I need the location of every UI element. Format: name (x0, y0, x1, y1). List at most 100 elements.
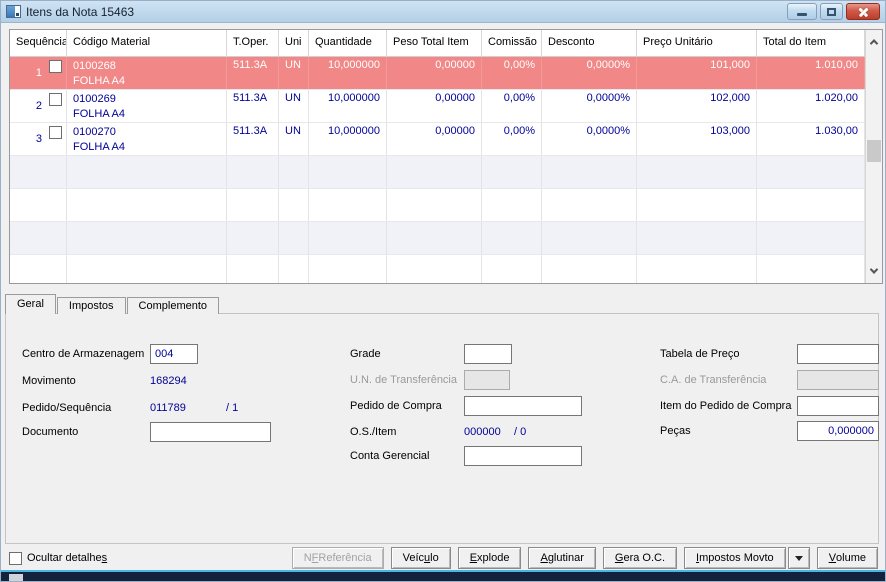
centro-armazenagem-input[interactable] (150, 344, 198, 364)
empty-row (10, 156, 865, 189)
impostos-movto-dropdown-button[interactable] (787, 547, 810, 569)
scroll-up-icon (869, 39, 879, 48)
aglutinar-button[interactable]: Aglutinar (528, 547, 596, 569)
cell-preco-unitario: 101,000 (637, 57, 757, 89)
material-code: 0100268 (73, 60, 116, 72)
pedido-compra-label: Pedido de Compra (350, 400, 442, 412)
cell-desconto: 0,0000% (542, 57, 637, 89)
scroll-down-icon (869, 265, 879, 274)
row-checkbox[interactable] (49, 60, 62, 73)
empty-row (10, 189, 865, 222)
material-description: FOLHA A4 (73, 108, 125, 120)
cell-preco-unitario: 103,000 (637, 123, 757, 155)
cell-comissao: 0,00% (482, 123, 542, 155)
col-header-peso-total-item[interactable]: Peso Total Item (387, 30, 482, 56)
col-header-preco-unitario[interactable]: Preço Unitário (637, 30, 757, 56)
material-code: 0100270 (73, 126, 116, 138)
grade-input[interactable] (464, 344, 512, 364)
tabela-preco-input[interactable] (797, 344, 879, 364)
items-grid: Sequência Código Material T.Oper. Uni Qu… (9, 29, 883, 284)
titlebar: Itens da Nota 15463 (1, 1, 885, 23)
row-sequence: 1 (35, 67, 42, 79)
cell-peso: 0,00000 (387, 57, 482, 89)
scrollbar-thumb[interactable] (867, 140, 881, 162)
table-row[interactable]: 1 0100268 FOLHA A4 511.3A UN 10,000000 0… (10, 57, 865, 90)
col-header-codigo-material[interactable]: Código Material (67, 30, 227, 56)
table-row[interactable]: 3 0100270 FOLHA A4 511.3A UN 10,000000 0… (10, 123, 865, 156)
pedido-compra-input[interactable] (464, 396, 582, 416)
grid-header: Sequência Código Material T.Oper. Uni Qu… (10, 30, 865, 57)
cell-quantidade: 10,000000 (309, 90, 387, 122)
cell-comissao: 0,00% (482, 57, 542, 89)
dropdown-arrow-icon (794, 555, 803, 561)
documento-input[interactable] (150, 422, 271, 442)
geral-tab-panel: Centro de Armazenagem Movimento 168294 P… (5, 313, 879, 544)
pecas-input[interactable] (797, 421, 879, 441)
os-item-label: O.S./Item (350, 426, 397, 438)
row-sequence: 3 (35, 133, 42, 145)
col-header-toper[interactable]: T.Oper. (227, 30, 279, 56)
restore-button[interactable] (820, 3, 843, 20)
tab-impostos[interactable]: Impostos (56, 297, 126, 314)
col-header-comissao[interactable]: Comissão (482, 30, 542, 56)
movimento-label: Movimento (22, 375, 76, 387)
gera-oc-button[interactable]: Gera O.C. (602, 547, 678, 569)
documento-label: Documento (22, 426, 79, 438)
cell-uni: UN (279, 123, 309, 155)
grade-label: Grade (350, 348, 381, 360)
checkbox-icon[interactable] (9, 551, 22, 565)
tab-complemento[interactable]: Complemento (126, 297, 220, 314)
close-button[interactable] (846, 3, 880, 20)
col-header-sequencia[interactable]: Sequência (10, 30, 67, 56)
window-icon (6, 5, 21, 18)
col-header-uni[interactable]: Uni (279, 30, 309, 56)
item-pedido-compra-input[interactable] (797, 396, 879, 416)
sequencia-value: / 1 (226, 402, 239, 414)
minimize-button[interactable] (787, 3, 817, 20)
table-row[interactable]: 2 0100269 FOLHA A4 511.3A UN 10,000000 0… (10, 90, 865, 123)
cell-comissao: 0,00% (482, 90, 542, 122)
row-checkbox[interactable] (49, 126, 62, 139)
tab-strip: Geral Impostos Complemento (5, 294, 220, 315)
grid-scrollbar[interactable] (865, 30, 882, 283)
row-sequence: 2 (35, 100, 42, 112)
ca-transferencia-label: C.A. de Transferência (660, 374, 767, 386)
cell-peso: 0,00000 (387, 90, 482, 122)
ocultar-detalhes-checkbox[interactable]: Ocultar detalhes (9, 551, 107, 565)
background-window-fragment (9, 574, 23, 581)
row-checkbox[interactable] (49, 93, 62, 106)
cell-desconto: 0,0000% (542, 123, 637, 155)
scroll-up-button[interactable] (866, 30, 882, 54)
window-title: Itens da Nota 15463 (26, 4, 135, 19)
cell-toper: 511.3A (227, 90, 279, 122)
col-header-desconto[interactable]: Desconto (542, 30, 637, 56)
os-value: 000000 (464, 426, 501, 438)
cell-toper: 511.3A (227, 57, 279, 89)
cell-quantidade: 10,000000 (309, 123, 387, 155)
material-description: FOLHA A4 (73, 75, 125, 87)
empty-row (10, 222, 865, 255)
pecas-label: Peças (660, 425, 691, 437)
material-code: 0100269 (73, 93, 116, 105)
close-icon (858, 6, 869, 17)
cell-quantidade: 10,000000 (309, 57, 387, 89)
cell-total-item: 1.030,00 (757, 123, 865, 155)
scroll-down-button[interactable] (866, 259, 882, 283)
volume-button[interactable]: Volume (816, 547, 878, 569)
cell-total-item: 1.020,00 (757, 90, 865, 122)
col-header-total-do-item[interactable]: Total do Item (757, 30, 865, 56)
explode-button[interactable]: Explode (457, 547, 522, 569)
tabela-preco-label: Tabela de Preço (660, 348, 740, 360)
background-window-edge (1, 570, 885, 581)
impostos-movto-button[interactable]: Impostos Movto (684, 547, 786, 569)
minimize-icon (797, 13, 807, 16)
veiculo-button[interactable]: Veíc u lo (390, 547, 451, 569)
nf-referencia-button: NF Referência (291, 547, 384, 569)
cell-preco-unitario: 102,000 (637, 90, 757, 122)
footer-buttons: NF Referência Veíc u lo Explode Aglutinar … (285, 547, 878, 569)
tab-geral[interactable]: Geral (5, 294, 56, 315)
col-header-quantidade[interactable]: Quantidade (309, 30, 387, 56)
material-description: FOLHA A4 (73, 141, 125, 153)
conta-gerencial-input[interactable] (464, 446, 582, 466)
restore-icon (827, 7, 836, 16)
